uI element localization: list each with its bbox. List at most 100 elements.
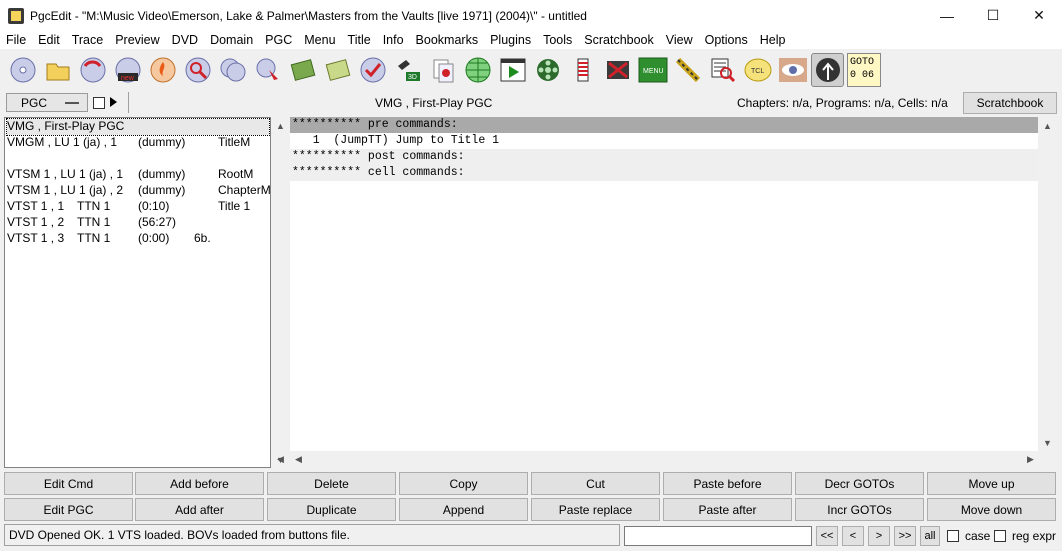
- pgc-list-item[interactable]: VTST 1 , 3 TTN 1 (0:00) 6b.: [7, 231, 269, 247]
- scroll-up-icon[interactable]: ▲: [272, 117, 289, 134]
- case-checkbox[interactable]: [947, 530, 959, 542]
- find-first-button[interactable]: <<: [816, 526, 838, 546]
- paste-before-button[interactable]: Paste before: [663, 472, 792, 495]
- menu-preview[interactable]: Preview: [109, 33, 165, 47]
- navigate-icon[interactable]: [811, 53, 844, 87]
- pgc-list-scrollbar[interactable]: ▲ ▼: [272, 117, 289, 468]
- command-row[interactable]: ********** pre commands:: [290, 117, 1038, 133]
- add-after-button[interactable]: Add after: [135, 498, 264, 521]
- play-arrow-icon[interactable]: [110, 97, 117, 107]
- new-disc-icon[interactable]: new: [111, 53, 144, 87]
- menu-dvd[interactable]: DVD: [166, 33, 204, 47]
- menu-trace[interactable]: Trace: [66, 33, 110, 47]
- play-green-next-icon[interactable]: [321, 53, 354, 87]
- edit-cmd-button[interactable]: Edit Cmd: [4, 472, 133, 495]
- film-reel-icon[interactable]: [531, 53, 564, 87]
- bookmark-list-icon[interactable]: [566, 53, 599, 87]
- scroll-down-icon[interactable]: ▼: [1039, 434, 1056, 451]
- reload-disc-icon[interactable]: [76, 53, 109, 87]
- maximize-button[interactable]: ☐: [970, 0, 1016, 31]
- append-button[interactable]: Append: [399, 498, 528, 521]
- burn-icon[interactable]: [146, 53, 179, 87]
- disc-bookmark-icon[interactable]: [251, 53, 284, 87]
- menu-view[interactable]: View: [660, 33, 699, 47]
- 3d-icon[interactable]: 3D: [391, 53, 424, 87]
- open-folder-icon[interactable]: [41, 53, 74, 87]
- disc-icon[interactable]: [6, 53, 39, 87]
- regexpr-checkbox[interactable]: [994, 530, 1006, 542]
- add-before-button[interactable]: Add before: [135, 472, 264, 495]
- menu-edit[interactable]: Edit: [32, 33, 66, 47]
- pgc-item-ttn: TTN 1: [77, 231, 111, 245]
- copy-button[interactable]: Copy: [399, 472, 528, 495]
- cut-button[interactable]: Cut: [531, 472, 660, 495]
- find-all-button[interactable]: all: [920, 526, 940, 546]
- menu-menu[interactable]: Menu: [298, 33, 341, 47]
- copy-doc-icon[interactable]: [426, 53, 459, 87]
- find-prev-button[interactable]: <: [842, 526, 864, 546]
- menu-pgc[interactable]: PGC: [259, 33, 298, 47]
- pgc-list-item[interactable]: VTST 1 , 1 TTN 1 (0:10) Title 1: [7, 199, 269, 215]
- scroll-up-icon[interactable]: ▲: [1039, 117, 1056, 134]
- pgc-list-item[interactable]: VMG , First-Play PGC: [6, 118, 270, 136]
- pgc-item-name: VTST 1 , 1: [7, 199, 65, 213]
- scratchbook-button[interactable]: Scratchbook: [963, 92, 1057, 114]
- pgc-checkbox[interactable]: [93, 97, 105, 109]
- play-green-icon[interactable]: [286, 53, 319, 87]
- menu-icon[interactable]: MENU: [636, 53, 669, 87]
- globe-icon[interactable]: [461, 53, 494, 87]
- scroll-left-icon[interactable]: ◀: [290, 451, 307, 468]
- eye-icon[interactable]: [776, 53, 809, 87]
- menu-domain[interactable]: Domain: [204, 33, 259, 47]
- menu-options[interactable]: Options: [699, 33, 754, 47]
- tcl-icon[interactable]: TCL: [741, 53, 774, 87]
- decr-gotos-button[interactable]: Decr GOTOs: [795, 472, 924, 495]
- menu-info[interactable]: Info: [377, 33, 410, 47]
- minimize-button[interactable]: —: [924, 0, 970, 31]
- menu-file[interactable]: File: [0, 33, 32, 47]
- menu-help[interactable]: Help: [754, 33, 792, 47]
- scroll-left-icon[interactable]: ◀: [272, 451, 289, 468]
- duplicate-button[interactable]: Duplicate: [267, 498, 396, 521]
- command-list-vscrollbar[interactable]: ▲ ▼: [1039, 117, 1056, 451]
- pgc-item-ttn: TTN 1: [77, 215, 111, 229]
- pgc-selector[interactable]: PGC: [6, 93, 88, 112]
- paste-after-button[interactable]: Paste after: [663, 498, 792, 521]
- menu-plugins[interactable]: Plugins: [484, 33, 537, 47]
- pgc-list-hscrollbar[interactable]: ◀: [272, 451, 290, 468]
- incr-gotos-button[interactable]: Incr GOTOs: [795, 498, 924, 521]
- pgc-list-item[interactable]: VTSM 1 , LU 1 (ja) , 1 (dummy) RootM: [7, 167, 269, 183]
- menu-tools[interactable]: Tools: [537, 33, 578, 47]
- move-up-button[interactable]: Move up: [927, 472, 1056, 495]
- find-last-button[interactable]: >>: [894, 526, 916, 546]
- divider: [128, 92, 129, 113]
- paste-replace-button[interactable]: Paste replace: [531, 498, 660, 521]
- command-row[interactable]: ********** cell commands:: [290, 165, 1038, 181]
- film-play-icon[interactable]: [496, 53, 529, 87]
- command-list-hscrollbar[interactable]: ◀ ▶: [290, 451, 1039, 468]
- hex-search-icon[interactable]: [706, 53, 739, 87]
- dual-disc-icon[interactable]: [216, 53, 249, 87]
- pgc-list-item[interactable]: VMGM , LU 1 (ja) , 1 (dummy) TitleM: [7, 135, 269, 151]
- pgc-list-item[interactable]: VTSM 1 , LU 1 (ja) , 2 (dummy) ChapterM: [7, 183, 271, 199]
- move-down-button[interactable]: Move down: [927, 498, 1056, 521]
- film-cut-icon[interactable]: [601, 53, 634, 87]
- pgc-caption: VMG , First-Play PGC: [375, 96, 493, 110]
- menu-scratchbook[interactable]: Scratchbook: [578, 33, 659, 47]
- find-next-button[interactable]: >: [868, 526, 890, 546]
- search-disc-icon[interactable]: [181, 53, 214, 87]
- menu-bookmarks[interactable]: Bookmarks: [410, 33, 485, 47]
- pgc-list-item[interactable]: VTST 1 , 2 TTN 1 (56:27): [7, 215, 269, 231]
- close-button[interactable]: ✕: [1016, 0, 1062, 31]
- edit-pgc-button[interactable]: Edit PGC: [4, 498, 133, 521]
- delete-button[interactable]: Delete: [267, 472, 396, 495]
- disc-check-icon[interactable]: [356, 53, 389, 87]
- chain-icon[interactable]: [671, 53, 704, 87]
- scroll-right-icon[interactable]: ▶: [1022, 451, 1039, 468]
- pgc-item-name: VMG , First-Play PGC: [7, 119, 125, 133]
- command-row[interactable]: 1 (JumpTT) Jump to Title 1: [290, 133, 1038, 149]
- menu-title[interactable]: Title: [342, 33, 377, 47]
- find-input[interactable]: [624, 526, 812, 546]
- pgc-item-tag: TitleM: [218, 135, 251, 149]
- command-row[interactable]: ********** post commands:: [290, 149, 1038, 165]
